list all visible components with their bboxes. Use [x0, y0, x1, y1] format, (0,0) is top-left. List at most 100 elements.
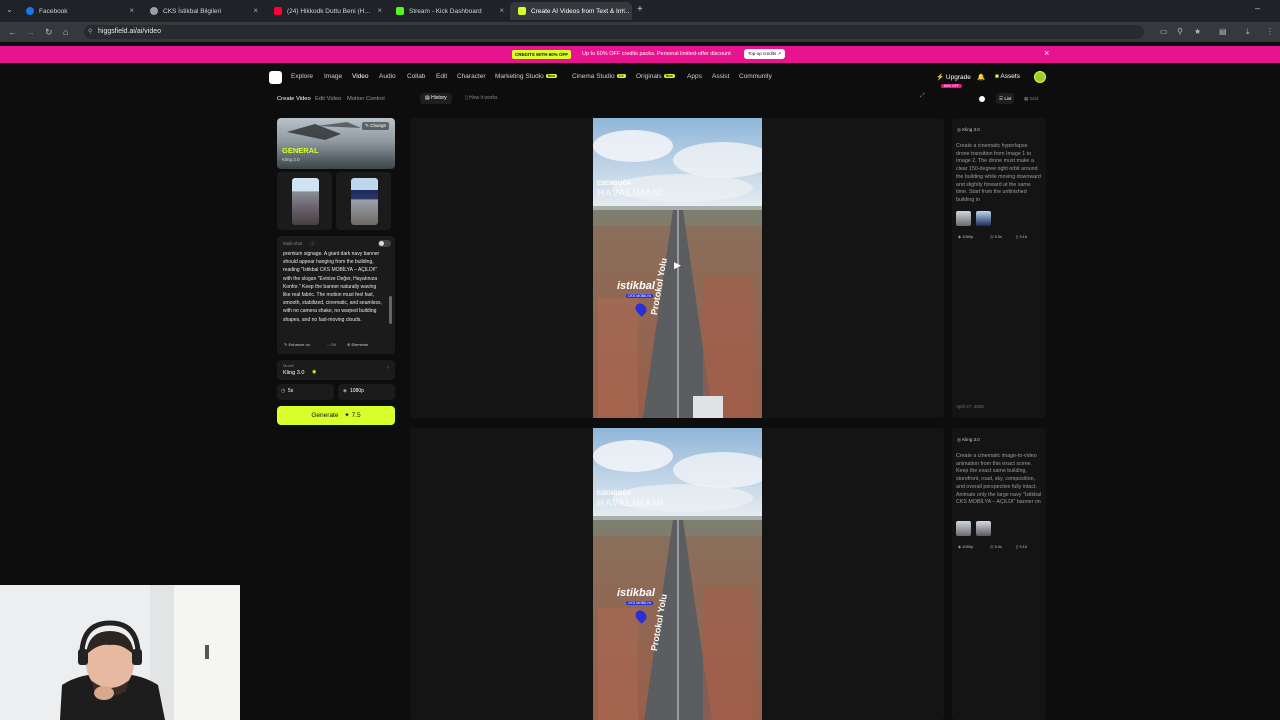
- upgrade-discount-badge: 60% OFF: [941, 84, 962, 88]
- nav-collab[interactable]: Collab: [407, 73, 425, 80]
- resolution-selector[interactable]: ◈ 1080p: [338, 384, 395, 400]
- preset-title: GENERAL: [282, 146, 319, 155]
- list-view-button[interactable]: ☰ List: [996, 93, 1015, 104]
- elements-button[interactable]: ⊕ Elements: [347, 342, 368, 347]
- input-thumbnail-2[interactable]: [976, 211, 991, 226]
- topup-credits-button[interactable]: Top-up credits ↗: [744, 49, 786, 59]
- version-tag: 3.0: [616, 74, 626, 79]
- clock-icon: ◷: [281, 388, 286, 394]
- expand-icon[interactable]: ⤢: [920, 93, 925, 100]
- tab-list-chevron-icon[interactable]: ⌄: [6, 5, 13, 14]
- nav-character[interactable]: Character: [457, 73, 486, 80]
- extensions-icon[interactable]: ▤: [1219, 27, 1227, 36]
- assets-button[interactable]: ■ Assets: [995, 73, 1020, 80]
- close-tab-icon[interactable]: ×: [499, 6, 504, 15]
- enhance-toggle[interactable]: ✎ Enhance on: [284, 342, 310, 347]
- menu-icon[interactable]: ⋮: [1266, 27, 1274, 36]
- book-icon: ▯: [465, 95, 468, 101]
- tab-higgsfield[interactable]: Create AI Videos from Text & Im… ×: [510, 2, 632, 20]
- nav-video[interactable]: Video: [352, 73, 369, 80]
- model-name: Kling 3.0: [962, 437, 980, 442]
- end-frame-card[interactable]: [336, 172, 391, 230]
- duration-selector[interactable]: ◷ 5s: [277, 384, 334, 400]
- history-icon: ▤: [425, 95, 430, 101]
- nav-audio[interactable]: Audio: [379, 73, 396, 80]
- upgrade-button[interactable]: ⚡ Upgrade: [936, 73, 971, 81]
- tab-facebook[interactable]: Facebook ×: [18, 2, 140, 20]
- preset-card[interactable]: ✎ Change GENERAL Kling 3.0: [277, 118, 395, 169]
- nav-community[interactable]: Community: [739, 73, 772, 80]
- nav-cinema-studio[interactable]: Cinema Studio 3.0: [572, 73, 626, 80]
- home-icon[interactable]: ⌂: [63, 27, 68, 37]
- download-icon[interactable]: ⤓: [1246, 27, 1250, 37]
- prompt-scrollbar[interactable]: [389, 296, 392, 324]
- tab-cks-info[interactable]: CKS İstikbal Bilgileri ×: [142, 2, 264, 20]
- result-ratio: ▯ 9:16: [1016, 234, 1027, 239]
- generate-label: Generate: [311, 412, 339, 419]
- history-tab[interactable]: ▤ History: [420, 93, 452, 104]
- lightning-icon: ⚡: [936, 74, 945, 81]
- grid-view-button[interactable]: ▦ Grid: [1024, 93, 1038, 104]
- tab-youtube[interactable]: (24) Hikkodk Duttu Beni (H… ×: [266, 2, 388, 20]
- reload-icon[interactable]: ↻: [45, 27, 53, 38]
- nav-explore[interactable]: Explore: [291, 73, 313, 80]
- close-tab-icon[interactable]: ×: [621, 6, 626, 15]
- play-icon[interactable]: ▶: [674, 260, 681, 271]
- browser-tab-bar: ⌄ Facebook × CKS İstikbal Bilgileri × (2…: [0, 0, 1280, 22]
- tab-create-video[interactable]: Create Video: [277, 96, 311, 102]
- input-thumbnail-1[interactable]: [956, 211, 971, 226]
- elements-icon: ⊕: [347, 342, 351, 347]
- clock-icon: ◷: [990, 234, 994, 239]
- zoom-icon[interactable]: ⚲: [1177, 27, 1183, 36]
- new-tab-icon[interactable]: +: [637, 4, 643, 15]
- avatar[interactable]: [1034, 71, 1046, 83]
- ratio-text: 9:16: [1019, 234, 1028, 239]
- new-tag: New: [663, 74, 675, 79]
- tab-edit-video[interactable]: Edit Video: [315, 96, 341, 102]
- prompt-textarea[interactable]: premium signage. A giant dark navy banne…: [283, 250, 383, 338]
- result-video[interactable]: ESENBOĞA HAVALİMANI ▶ istikbal CKS MOBİL…: [593, 118, 762, 418]
- overlay-big-text: HAVALİMANI: [597, 188, 664, 199]
- nav-marketing-studio[interactable]: Marketing Studio New: [495, 73, 557, 80]
- nav-image[interactable]: Image: [324, 73, 342, 80]
- nav-apps[interactable]: Apps: [687, 73, 702, 80]
- view-toggle-dot[interactable]: [979, 96, 985, 102]
- result-prompt[interactable]: Create a cinematic hyperlapse drone tran…: [956, 143, 1042, 205]
- result-video[interactable]: ESENBOĞA HAVALİMANI istikbal CKS MOBİLYA…: [593, 428, 762, 720]
- overlay-top-text: ESENBOĞA: [597, 181, 632, 187]
- generate-button[interactable]: Generate ✦ 7.5: [277, 406, 395, 425]
- model-selector[interactable]: Model Kling 3.0 ◉ ›: [277, 360, 395, 380]
- minimize-icon[interactable]: –: [1255, 3, 1260, 13]
- res-text: 1080p: [962, 234, 974, 239]
- notifications-bell-icon[interactable]: 🔔: [977, 73, 985, 81]
- nav-edit[interactable]: Edit: [436, 73, 447, 80]
- audio-off-toggle[interactable]: ◌ Off: [327, 342, 336, 347]
- input-thumbnail-1[interactable]: [956, 521, 971, 536]
- change-preset-button[interactable]: ✎ Change: [362, 122, 389, 130]
- how-it-works-tab[interactable]: ▯ How it works: [465, 93, 498, 104]
- nav-originals[interactable]: Originals New: [636, 73, 675, 80]
- result-prompt[interactable]: Create a cinematic image-to-video animat…: [956, 453, 1042, 515]
- url-field[interactable]: ⚲ higgsfield.ai/ai/video: [84, 25, 1144, 39]
- higgsfield-logo-icon[interactable]: [269, 71, 282, 84]
- close-banner-icon[interactable]: ×: [1044, 48, 1049, 58]
- chevron-right-icon: ›: [387, 365, 389, 371]
- tab-kick[interactable]: Stream - Kick Dashboard ×: [388, 2, 510, 20]
- site-info-icon[interactable]: ⚲: [88, 25, 92, 39]
- assets-icon: ■: [995, 73, 999, 80]
- multishot-toggle[interactable]: [378, 240, 391, 247]
- nav-assist[interactable]: Assist: [712, 73, 729, 80]
- forward-icon[interactable]: →: [26, 27, 35, 37]
- facebook-icon: [26, 7, 34, 15]
- tab-motion-control[interactable]: Motion Control: [347, 96, 385, 102]
- bookmark-star-icon[interactable]: ★: [1194, 27, 1201, 36]
- close-tab-icon[interactable]: ×: [129, 6, 134, 15]
- close-tab-icon[interactable]: ×: [377, 6, 382, 15]
- start-frame-card[interactable]: [277, 172, 332, 230]
- screen-cast-icon[interactable]: ▭: [1160, 27, 1168, 36]
- dur-text: 5.0s: [994, 234, 1003, 239]
- input-thumbnail-2[interactable]: [976, 521, 991, 536]
- back-icon[interactable]: ←: [8, 27, 17, 37]
- app-header: Explore Image Video Audio Collab Edit Ch…: [265, 68, 1050, 88]
- close-tab-icon[interactable]: ×: [253, 6, 258, 15]
